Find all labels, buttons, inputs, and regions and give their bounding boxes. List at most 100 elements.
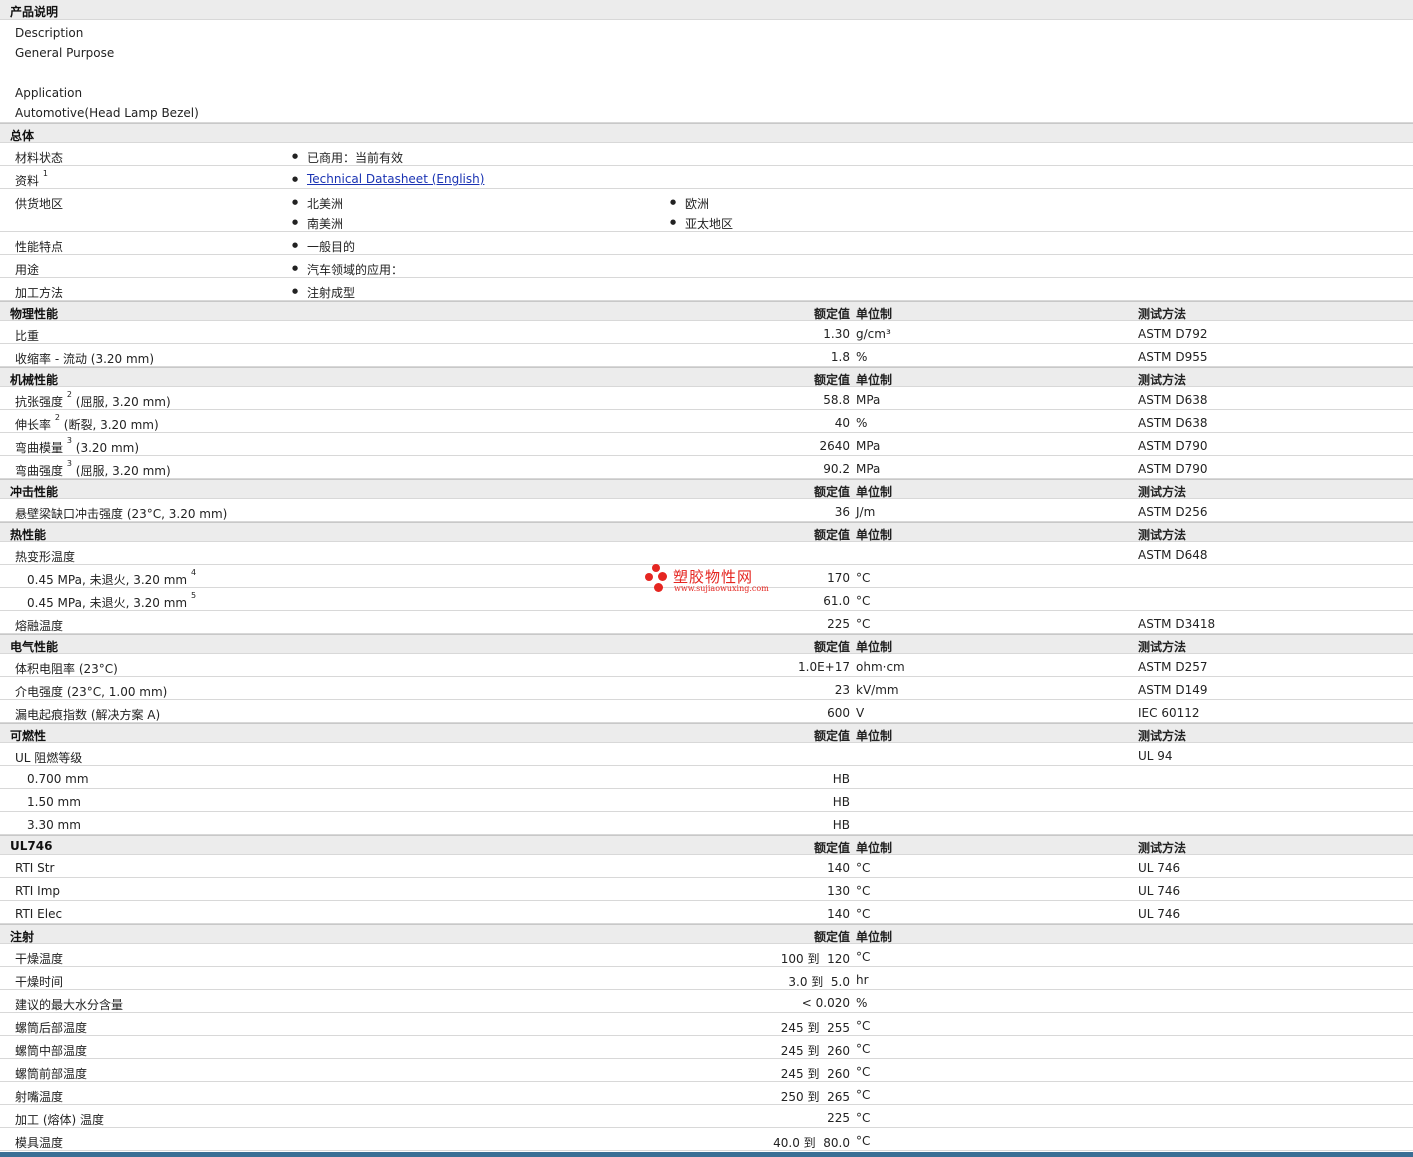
property-row: 伸长率 2 (断裂, 3.20 mm) 40% ASTM D638 <box>0 410 1413 433</box>
section-title: 热性能 <box>10 528 47 542</box>
nominal-header: 额定值 <box>813 373 850 387</box>
unit-value: % <box>856 996 868 1010</box>
unit-header: 单位制 <box>856 373 893 387</box>
supply-region: 北美洲 <box>292 195 343 212</box>
property-name: 0.45 MPa, 未退火, 3.20 mm <box>27 573 188 587</box>
unit-header: 单位制 <box>856 307 893 321</box>
property-row: 弯曲强度 3 (屈服, 3.20 mm) 90.2 MPa ASTM D790 <box>0 456 1413 479</box>
unit-value: °C <box>856 1042 871 1056</box>
unit-value: °C <box>856 594 871 608</box>
method-header: 测试方法 <box>1138 373 1187 387</box>
process-value: 注射成型 <box>292 284 355 301</box>
test-method: ASTM D790 <box>1138 439 1208 453</box>
watermark-url: www.sujiaowuxing.com <box>674 584 769 593</box>
unit-header: 单位制 <box>856 485 893 499</box>
logo-dot <box>654 583 663 592</box>
row-label: 用途 <box>15 263 40 277</box>
property-name: 弯曲强度 <box>15 464 64 478</box>
test-method: ASTM D638 <box>1138 393 1208 407</box>
nominal-value: 100 到 120 <box>780 952 850 966</box>
property-label: RTI Elec <box>15 907 62 921</box>
property-name: RTI Str <box>15 861 55 875</box>
test-method: ASTM D790 <box>1138 462 1208 476</box>
nominal-value: HB <box>832 818 850 832</box>
section-title: 可燃性 <box>10 729 47 743</box>
property-label: 螺筒后部温度 <box>15 1019 87 1036</box>
bottom-bar <box>0 1152 1413 1157</box>
property-name: 熔融温度 <box>15 619 64 633</box>
section-title: 总体 <box>10 129 35 143</box>
row-label: 材料状态 <box>15 151 64 165</box>
unit-value: % <box>856 350 868 364</box>
property-name: 0.700 mm <box>27 772 89 786</box>
section-header: 机械性能 额定值 单位制 测试方法 <box>0 367 1413 387</box>
supply-region: 南美洲 <box>292 215 343 232</box>
property-condition: (屈服, 3.20 mm) <box>75 395 171 409</box>
property-name: 介电强度 (23°C, 1.00 mm) <box>15 685 168 699</box>
unit-value: MPa <box>856 462 881 476</box>
property-name: UL 阻燃等级 <box>15 751 83 765</box>
test-method: ASTM D638 <box>1138 416 1208 430</box>
nominal-header: 额定值 <box>813 485 850 499</box>
unit-value: °C <box>856 1065 871 1079</box>
nominal-header: 额定值 <box>813 528 850 542</box>
property-row: 漏电起痕指数 (解决方案 A) 600 V IEC 60112 <box>0 700 1413 723</box>
property-name: 加工 (熔体) 温度 <box>15 1113 104 1127</box>
unit-value: °C <box>856 1088 871 1102</box>
property-label: 模具温度 <box>15 1134 63 1151</box>
property-label: 螺筒前部温度 <box>15 1065 87 1082</box>
nominal-value: 2640 <box>819 439 850 453</box>
property-row: 加工 (熔体) 温度 225 °C <box>0 1105 1413 1128</box>
property-label: 螺筒中部温度 <box>15 1042 87 1059</box>
unit-header: 单位制 <box>856 729 893 743</box>
description-line: General Purpose <box>15 46 115 60</box>
property-row: RTI Str 140 °C UL 746 <box>0 855 1413 878</box>
property-row: 干燥温度 100 到 120 °C <box>0 944 1413 967</box>
property-label: RTI Imp <box>15 884 60 898</box>
technical-datasheet-link[interactable]: Technical Datasheet (English) <box>307 172 484 186</box>
property-name: 射嘴温度 <box>15 1090 64 1104</box>
test-method: UL 746 <box>1138 861 1181 875</box>
method-header: 测试方法 <box>1138 485 1187 499</box>
property-name: 热变形温度 <box>15 550 76 564</box>
unit-value: °C <box>856 1019 871 1033</box>
property-label: 3.30 mm <box>27 818 81 832</box>
property-name: RTI Imp <box>15 884 60 898</box>
method-header: 测试方法 <box>1138 528 1187 542</box>
unit-value: °C <box>856 950 871 964</box>
property-label: 收缩率 - 流动 (3.20 mm) <box>15 350 154 367</box>
test-method: ASTM D257 <box>1138 660 1208 674</box>
nominal-header: 额定值 <box>813 729 850 743</box>
property-name: 抗张强度 <box>15 395 64 409</box>
property-name: 建议的最大水分含量 <box>15 998 124 1012</box>
supply-region: 欧洲 <box>670 195 709 212</box>
test-method: ASTM D792 <box>1138 327 1208 341</box>
section-header: 热性能 额定值 单位制 测试方法 <box>0 522 1413 542</box>
test-method: ASTM D955 <box>1138 350 1208 364</box>
nominal-value: 90.2 <box>823 462 850 476</box>
property-name: 3.30 mm <box>27 818 81 832</box>
section-header: 电气性能 额定值 单位制 测试方法 <box>0 634 1413 654</box>
section-title: 注射 <box>10 930 35 944</box>
property-row: UL 阻燃等级 UL 94 <box>0 743 1413 766</box>
unit-value: °C <box>856 571 871 585</box>
general-row-supply: 供货地区 北美洲 欧洲 南美洲 亚太地区 <box>0 189 1413 232</box>
property-label: 漏电起痕指数 (解决方案 A) <box>15 706 160 723</box>
section-header-description: 产品说明 <box>0 0 1413 20</box>
nominal-value: 1.30 <box>823 327 850 341</box>
section-title: 产品说明 <box>10 5 59 19</box>
test-method: UL 746 <box>1138 884 1181 898</box>
footnote-ref: 2 <box>54 413 60 422</box>
footnote-ref: 3 <box>66 436 72 445</box>
section-title: 电气性能 <box>10 640 59 654</box>
section-title: 冲击性能 <box>10 485 59 499</box>
row-label: 加工方法 <box>15 286 64 300</box>
nominal-value: HB <box>832 772 850 786</box>
test-method: UL 94 <box>1138 749 1173 763</box>
section-title: 物理性能 <box>10 307 59 321</box>
property-row: 1.50 mm HB <box>0 789 1413 812</box>
watermark-logo: 塑胶物性网 www.sujiaowuxing.com <box>645 564 780 598</box>
description-line: Application <box>15 86 83 100</box>
section-title: 机械性能 <box>10 373 59 387</box>
method-header: 测试方法 <box>1138 307 1187 321</box>
